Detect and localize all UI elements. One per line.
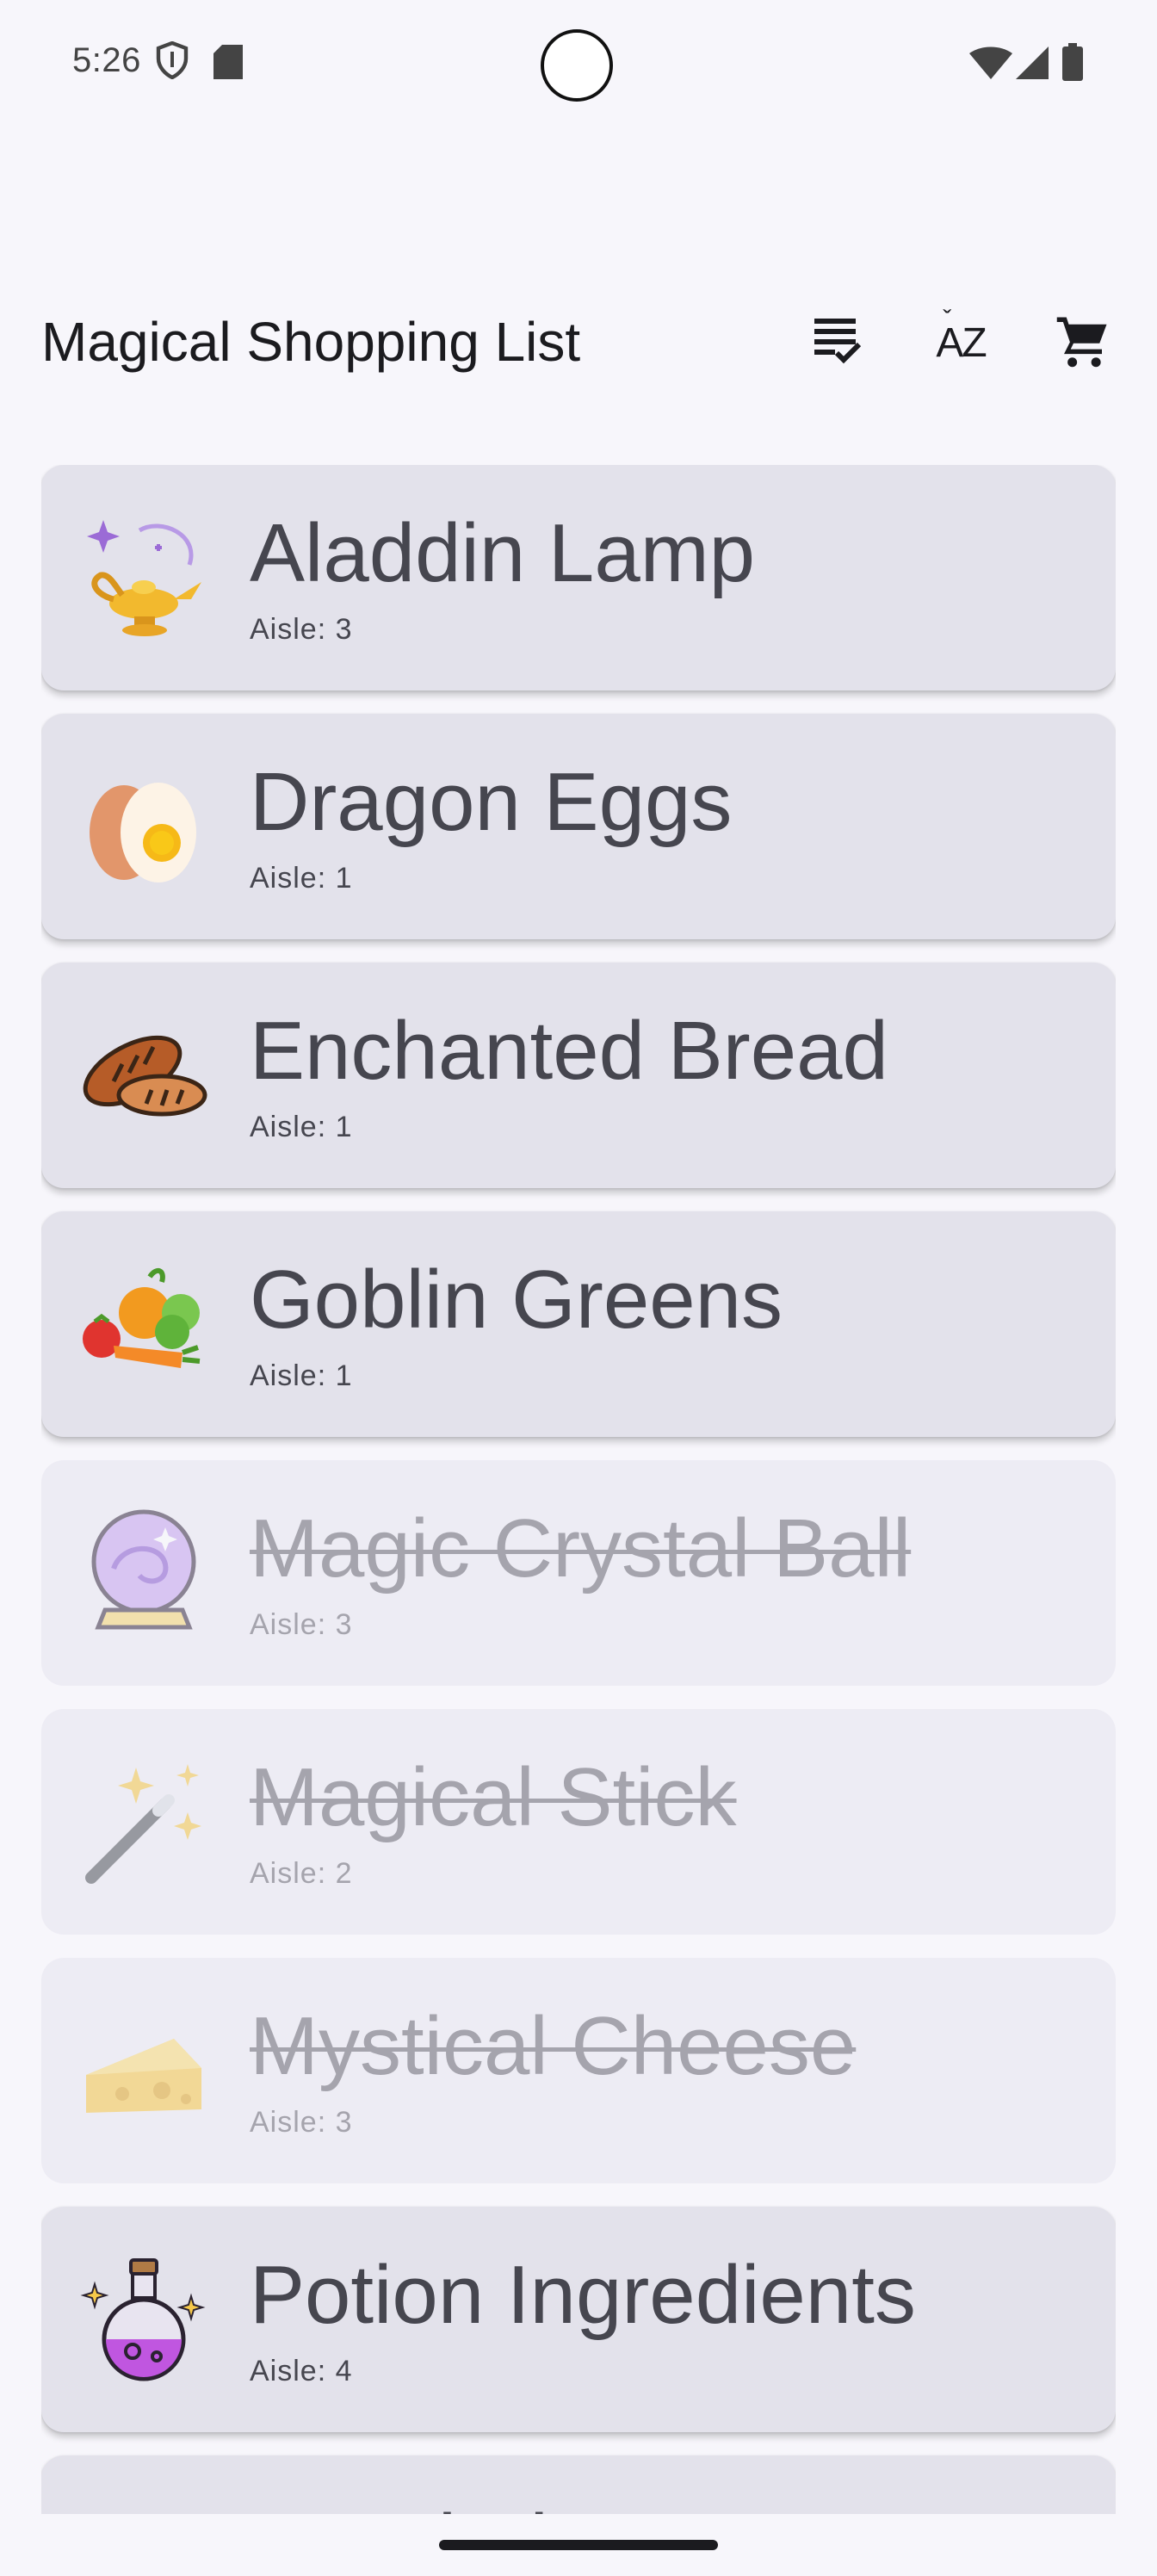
item-name: Enchanted Bread <box>250 1005 888 1097</box>
item-aisle: Aisle: 3 <box>250 2106 353 2139</box>
status-bar: 5:26 <box>0 0 1157 129</box>
cart-button[interactable] <box>1045 305 1121 381</box>
shield-icon <box>155 40 189 84</box>
list-item[interactable]: Goblin Greens Aisle: 1 <box>41 1211 1116 1437</box>
front-camera <box>541 29 613 102</box>
magic-wand-icon <box>79 1757 208 1886</box>
list-item[interactable]: Enchanted Bread Aisle: 1 <box>41 963 1116 1188</box>
item-aisle: Aisle: 3 <box>250 613 353 646</box>
magic-lamp-icon <box>79 513 208 642</box>
item-aisle: Aisle: 2 <box>250 1857 353 1890</box>
crystal-ball-icon <box>79 1508 208 1638</box>
cheese-icon <box>79 2006 208 2135</box>
list-item[interactable]: Aladdin Lamp Aisle: 3 <box>41 465 1116 690</box>
list-item[interactable]: Magical Stick Aisle: 2 <box>41 1709 1116 1935</box>
signal-icon <box>1016 46 1049 84</box>
egg-icon <box>79 762 208 891</box>
shopping-list: Aladdin Lamp Aisle: 3 Dragon Eggs Aisle:… <box>41 465 1116 2514</box>
item-name: Mystical Cheese <box>250 2000 857 2092</box>
sort-az-icon: AZ ˇ <box>936 305 987 366</box>
status-time: 5:26 <box>72 41 141 79</box>
sort-az-button[interactable]: AZ ˇ <box>923 305 999 381</box>
item-aisle: Aisle: 1 <box>250 862 353 895</box>
top-app-bar: Magical Shopping List AZ ˇ <box>0 284 1157 396</box>
list-item[interactable]: Potion Ingredients Aisle: 4 <box>41 2207 1116 2432</box>
checklist-icon <box>813 315 862 371</box>
screen: 5:26 Magical Shopping List AZ ˇ Aladdin … <box>0 0 1157 2576</box>
item-aisle: Aisle: 4 <box>250 2355 353 2387</box>
item-aisle: Aisle: 1 <box>250 1359 353 1392</box>
item-name: Magic Crystal Ball <box>250 1502 912 1595</box>
vegetables-icon <box>79 1260 208 1389</box>
shopping-cart-icon <box>1055 313 1111 374</box>
bread-icon <box>79 1011 208 1140</box>
item-name: Dragon Eggs <box>250 756 733 848</box>
list-item[interactable]: Mandrake Root <box>41 2455 1116 2514</box>
battery-icon <box>1062 43 1083 85</box>
item-name: Potion Ingredients <box>250 2249 916 2341</box>
list-item[interactable]: Mystical Cheese Aisle: 3 <box>41 1958 1116 2183</box>
potion-icon <box>79 2255 208 2384</box>
sd-card-icon <box>213 45 243 84</box>
item-aisle: Aisle: 3 <box>250 1608 353 1641</box>
item-name: Aladdin Lamp <box>250 507 756 599</box>
sprout-icon <box>79 2504 208 2514</box>
list-item[interactable]: Dragon Eggs Aisle: 1 <box>41 714 1116 939</box>
item-name: Mandrake Root <box>250 2499 814 2514</box>
item-name: Magical Stick <box>250 1751 737 1843</box>
list-item[interactable]: Magic Crystal Ball Aisle: 3 <box>41 1460 1116 1686</box>
item-name: Goblin Greens <box>250 1254 783 1346</box>
wifi-icon <box>969 46 1012 84</box>
item-aisle: Aisle: 1 <box>250 1111 353 1143</box>
page-title: Magical Shopping List <box>41 311 581 373</box>
gesture-navigation-bar[interactable] <box>439 2540 718 2550</box>
checklist-button[interactable] <box>799 305 875 381</box>
